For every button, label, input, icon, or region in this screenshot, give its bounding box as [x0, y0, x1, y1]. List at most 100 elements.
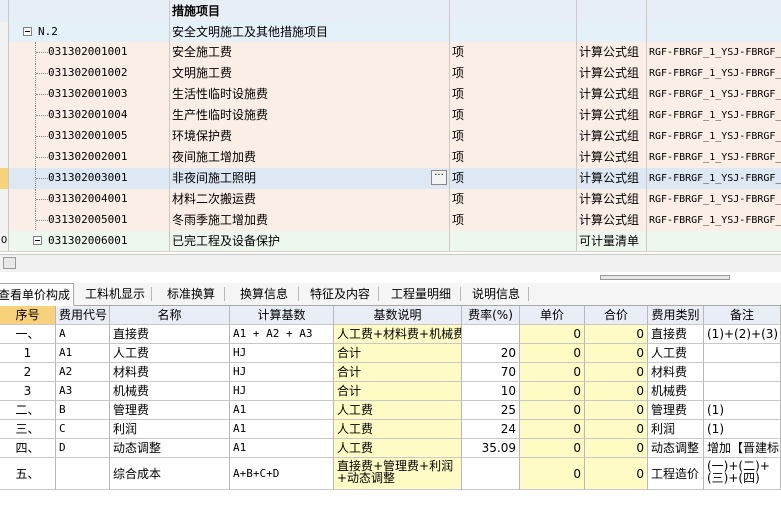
cell-calc-base[interactable]: A1 [230, 401, 334, 420]
item-calc-type[interactable]: 计算公式组 [577, 210, 647, 231]
item-code-cell[interactable]: 031302003001 [9, 168, 170, 189]
item-formula-group[interactable]: RGF-FBRGF_1_YSJ-FBRGF_ [647, 42, 781, 63]
cell-unit-price[interactable]: 0 [520, 344, 585, 363]
cell-fee-category[interactable]: 工程造价 [648, 458, 704, 490]
cell-rate[interactable] [462, 325, 520, 344]
tab-3[interactable]: 标准换算 [157, 283, 225, 305]
ellipsis-button[interactable]: ··· [431, 170, 447, 185]
cell-name[interactable]: 综合成本 [110, 458, 230, 490]
item-unit[interactable]: 项 [450, 189, 577, 210]
item-code-cell[interactable]: 031302001001 [9, 42, 170, 63]
cell-remark[interactable]: (1) [704, 401, 781, 420]
item-formula-group[interactable]: RGF-FBRGF_1_YSJ-FBRGF_ [647, 126, 781, 147]
item-row[interactable]: 031302005001 冬雨季施工增加费 项计算公式组 RGF-FBRGF_1_YS… [0, 210, 781, 232]
tab-7[interactable]: 说明信息 [463, 283, 529, 305]
col-header-calc-base[interactable]: 计算基数 [230, 306, 334, 325]
cell-name[interactable]: 人工费 [110, 344, 230, 363]
col-header-unit-price[interactable]: 单价 [520, 306, 585, 325]
col-header-total-price[interactable]: 合价 [585, 306, 648, 325]
cell-total-price[interactable]: 0 [585, 363, 648, 382]
item-name[interactable]: 非夜间施工照明 ··· [170, 168, 450, 189]
cell-total-price[interactable]: 0 [585, 458, 648, 490]
col-header-seq[interactable]: 序号 [0, 306, 56, 325]
cell-name[interactable]: 材料费 [110, 363, 230, 382]
cell-rate[interactable]: 70 [462, 363, 520, 382]
cell-name[interactable]: 利润 [110, 420, 230, 439]
item-code-cell[interactable]: 031302005001 [9, 210, 170, 231]
item-code-cell[interactable]: 031302001004 [9, 105, 170, 126]
item-row[interactable]: 031302003001 非夜间施工照明 ··· 项计算公式组 RGF-FBRGF_1_… [0, 168, 781, 190]
item-calc-type[interactable]: 计算公式组 [577, 84, 647, 105]
cell-fee-code[interactable]: C [56, 420, 110, 439]
cell-base-desc[interactable]: 合计 [334, 363, 462, 382]
cell-remark[interactable] [704, 382, 781, 401]
cell-rate[interactable] [462, 458, 520, 490]
cell-calc-base[interactable]: A+B+C+D [230, 458, 334, 490]
tab-6[interactable]: 工程量明细 [381, 283, 461, 305]
cell-fee-code[interactable]: D [56, 439, 110, 458]
cell-remark[interactable]: (1) [704, 420, 781, 439]
item-row[interactable]: 031302001004 生产性临时设施费 项计算公式组 RGF-FBRGF_1_YS… [0, 105, 781, 127]
item-row[interactable]: 031302001005 环境保护费 项计算公式组 RGF-FBRGF_1_YSJ-F… [0, 126, 781, 148]
item-name[interactable]: 夜间施工增加费 [170, 147, 450, 168]
cell-total-price[interactable]: 0 [585, 439, 648, 458]
cell-calc-base[interactable]: HJ [230, 363, 334, 382]
cell-seq[interactable]: 五、 [0, 458, 56, 490]
tab-5[interactable]: 特征及内容 [301, 283, 379, 305]
item-unit[interactable]: 项 [450, 168, 577, 189]
cell-total-price[interactable]: 0 [585, 401, 648, 420]
cell-total-price[interactable]: 0 [585, 325, 648, 344]
item-formula-group[interactable]: RGF-FBRGF_1_YSJ-FBRGF_ [647, 210, 781, 231]
tab-2[interactable]: 工料机显示 [78, 283, 152, 305]
cell-fee-category[interactable]: 人工费 [648, 344, 704, 363]
item-unit[interactable]: 项 [450, 105, 577, 126]
item-code-cell[interactable]: 031302004001 [9, 189, 170, 210]
item-name[interactable]: 生活性临时设施费 [170, 84, 450, 105]
cell-unit-price[interactable]: 0 [520, 382, 585, 401]
cell-seq[interactable]: 3 [0, 382, 56, 401]
cell-fee-code[interactable]: A2 [56, 363, 110, 382]
item-row[interactable]: 031302001001 安全施工费 项计算公式组 RGF-FBRGF_1_YSJ-F… [0, 42, 781, 64]
cell-fee-code[interactable]: B [56, 401, 110, 420]
cell-base-desc[interactable]: 人工费 [334, 420, 462, 439]
cell-base-desc[interactable]: 人工费+材料费+机械费 [334, 325, 462, 344]
cell-name[interactable]: 管理费 [110, 401, 230, 420]
cell-remark[interactable] [704, 344, 781, 363]
cell-fee-category[interactable]: 利润 [648, 420, 704, 439]
cell-fee-category[interactable]: 直接费 [648, 325, 704, 344]
cell-calc-base[interactable]: A1 [230, 439, 334, 458]
item-row[interactable]: 031302001002 文明施工费 项计算公式组 RGF-FBRGF_1_YSJ-F… [0, 63, 781, 85]
item-code-cell[interactable]: 031302001003 [9, 84, 170, 105]
tab-4[interactable]: 换算信息 [229, 283, 299, 305]
item-calc-type[interactable]: 计算公式组 [577, 126, 647, 147]
cell-seq[interactable]: 2 [0, 363, 56, 382]
cell-base-desc[interactable]: 人工费 [334, 401, 462, 420]
group-row[interactable]: N.2 安全文明施工及其他措施项目 [0, 22, 781, 43]
cell-seq[interactable]: 一、 [0, 325, 56, 344]
cell-remark[interactable] [704, 363, 781, 382]
cell-fee-code[interactable]: A [56, 325, 110, 344]
cell-seq[interactable]: 1 [0, 344, 56, 363]
cell-total-price[interactable]: 0 [585, 344, 648, 363]
cell-name[interactable]: 动态调整 [110, 439, 230, 458]
item-unit[interactable]: 项 [450, 63, 577, 84]
cell-fee-category[interactable]: 材料费 [648, 363, 704, 382]
item-unit[interactable]: 项 [450, 42, 577, 63]
cell-seq[interactable]: 四、 [0, 439, 56, 458]
cell-rate[interactable]: 25 [462, 401, 520, 420]
cell-rate[interactable]: 24 [462, 420, 520, 439]
cell-total-price[interactable]: 0 [585, 382, 648, 401]
item-name[interactable]: 安全施工费 [170, 42, 450, 63]
group-code-cell[interactable]: N.2 [9, 22, 170, 42]
cell-rate[interactable]: 35.09 [462, 439, 520, 458]
col-header-fee-code[interactable]: 费用代号 [56, 306, 110, 325]
item-unit[interactable]: 项 [450, 84, 577, 105]
item-row[interactable]: 031302002001 夜间施工增加费 项计算公式组 RGF-FBRGF_1_YSJ… [0, 147, 781, 169]
pane-splitter-handle[interactable] [600, 275, 730, 280]
item-code-cell[interactable]: 031302002001 [9, 147, 170, 168]
item-unit[interactable]: 项 [450, 147, 577, 168]
collapse-icon[interactable] [33, 236, 42, 245]
cell-total-price[interactable]: 0 [585, 420, 648, 439]
cell-seq[interactable]: 二、 [0, 401, 56, 420]
item-formula-group[interactable]: RGF-FBRGF_1_YSJ-FBRGF_ [647, 168, 781, 189]
